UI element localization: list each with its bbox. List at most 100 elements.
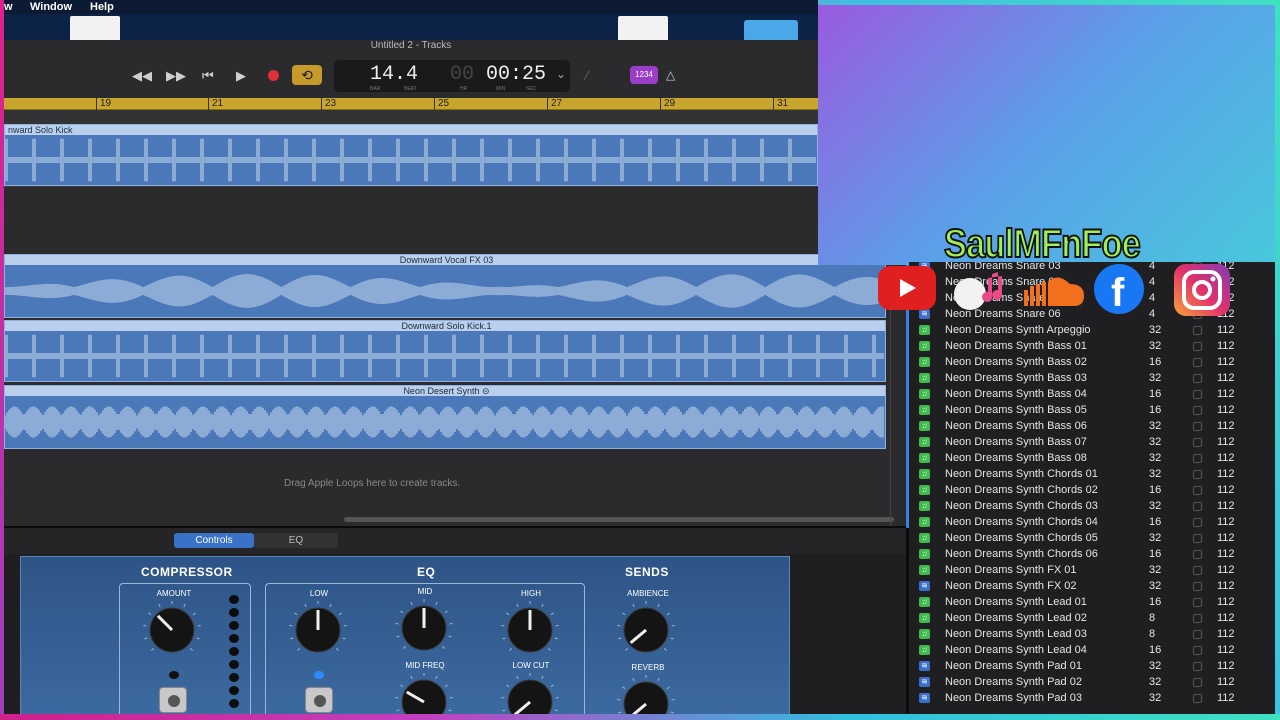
loop-row[interactable]: ♫ Neon Dreams Synth Bass 06 32 112 — [909, 418, 1275, 434]
loop-row[interactable]: ♫ Neon Dreams Synth FX 01 32 112 — [909, 562, 1275, 578]
favorite-checkbox[interactable] — [1193, 502, 1202, 511]
menu-fragment[interactable]: w — [4, 1, 13, 13]
favorite-checkbox[interactable] — [1193, 374, 1202, 383]
loop-row[interactable]: ♫ Neon Dreams Synth Bass 07 32 112 — [909, 434, 1275, 450]
loop-row[interactable]: ♫ Neon Dreams Synth Chords 05 32 112 — [909, 530, 1275, 546]
loop-row[interactable]: ≋ Neon Dreams Synth Pad 03 32 112 — [909, 690, 1275, 706]
empty-tracks-hint: Drag Apple Loops here to create tracks. — [284, 478, 461, 489]
compressor-toggle[interactable] — [159, 687, 187, 713]
audio-region[interactable]: nward Solo Kick — [4, 124, 818, 186]
favorite-checkbox[interactable] — [1193, 406, 1202, 415]
ruler-mark: 29 — [660, 98, 675, 110]
favorite-checkbox[interactable] — [1193, 614, 1202, 623]
smart-controls-panel: COMPRESSOR AMOUNT EQ LOW MID HIGH MID FR… — [20, 556, 790, 720]
loop-row[interactable]: ♫ Neon Dreams Synth Bass 08 32 112 — [909, 450, 1275, 466]
favorite-checkbox[interactable] — [1193, 454, 1202, 463]
high-knob[interactable] — [501, 601, 559, 659]
loop-row[interactable]: ♫ Neon Dreams Synth Lead 03 8 112 — [909, 626, 1275, 642]
loop-row[interactable]: ♫ Neon Dreams Synth Chords 02 16 112 — [909, 482, 1275, 498]
menu-window[interactable]: Window — [30, 1, 72, 13]
favorite-checkbox[interactable] — [1193, 630, 1202, 639]
lcd-bar-beat: 14.4 — [370, 63, 419, 86]
favorite-checkbox[interactable] — [1193, 566, 1202, 575]
loop-row[interactable]: ≋ Neon Dreams Synth Pad 01 32 112 — [909, 658, 1275, 674]
mid-freq-knob[interactable] — [395, 673, 453, 720]
lcd-display[interactable]: 14.4 00 00:25 BAR BEAT HR MIN SEC ⌄ — [334, 60, 570, 92]
audio-region[interactable]: Downward Solo Kick.1 — [4, 320, 886, 382]
loop-row[interactable]: ♫ Neon Dreams Synth Lead 01 16 112 — [909, 594, 1275, 610]
ambience-knob[interactable] — [617, 601, 675, 659]
midi-loop-icon: ♫ — [919, 613, 930, 623]
mid-knob[interactable] — [395, 599, 453, 657]
count-in-button[interactable]: 1234 — [630, 66, 658, 84]
ruler-mark: 21 — [208, 98, 223, 110]
record-button[interactable] — [268, 70, 279, 81]
desktop-folder-icon[interactable] — [744, 20, 798, 42]
favorite-checkbox[interactable] — [1193, 582, 1202, 591]
favorite-checkbox[interactable] — [1193, 518, 1202, 527]
loop-row[interactable]: ♫ Neon Dreams Synth Chords 01 32 112 — [909, 466, 1275, 482]
desktop-file-icon[interactable] — [70, 16, 120, 42]
loop-row[interactable]: ≋ Neon Dreams Synth Pad 02 32 112 — [909, 674, 1275, 690]
waveform — [5, 138, 816, 182]
loop-name: Neon Dreams Synth Chords 05 — [945, 532, 1098, 544]
favorite-checkbox[interactable] — [1193, 390, 1202, 399]
loop-name: Neon Dreams Synth FX 01 — [945, 564, 1077, 576]
low-knob[interactable] — [289, 601, 347, 659]
favorite-checkbox[interactable] — [1193, 470, 1202, 479]
loop-browser[interactable]: ≋Neon Dreams Snare 034112≋Neon Dreams Sn… — [909, 262, 1275, 714]
favorite-checkbox[interactable] — [1193, 486, 1202, 495]
loop-tempo: 112 — [1217, 692, 1235, 704]
desktop-file-icon[interactable] — [618, 16, 668, 42]
loop-beats: 32 — [1149, 564, 1162, 576]
metronome-icon[interactable]: △ — [666, 68, 675, 82]
favorite-checkbox[interactable] — [1193, 342, 1202, 351]
tab-eq[interactable]: EQ — [254, 533, 338, 548]
favorite-checkbox[interactable] — [1193, 694, 1202, 703]
apple-music-icon — [950, 266, 1008, 314]
loop-name: Neon Dreams Synth Chords 02 — [945, 484, 1098, 496]
favorite-checkbox[interactable] — [1193, 646, 1202, 655]
fast-forward-button[interactable]: ▶▶ — [166, 68, 186, 84]
amount-knob[interactable] — [143, 601, 201, 659]
eq-toggle[interactable] — [305, 687, 333, 713]
favorite-checkbox[interactable] — [1193, 662, 1202, 671]
favorite-checkbox[interactable] — [1193, 358, 1202, 367]
go-to-start-button[interactable]: ⏮ — [202, 68, 214, 84]
loop-beats: 32 — [1149, 532, 1162, 544]
loop-row[interactable]: ♫ Neon Dreams Synth Arpeggio 32 112 — [909, 322, 1275, 338]
loop-row[interactable]: ♫ Neon Dreams Synth Bass 04 16 112 — [909, 386, 1275, 402]
favorite-checkbox[interactable] — [1193, 438, 1202, 447]
tuner-icon[interactable]: ⁄ — [586, 68, 588, 83]
loop-row[interactable]: ♫ Neon Dreams Synth Chords 04 16 112 — [909, 514, 1275, 530]
horizontal-scrollbar[interactable] — [344, 517, 894, 522]
audio-region[interactable]: Neon Desert Synth ⊝ — [4, 385, 886, 449]
rewind-button[interactable]: ◀◀ — [132, 68, 152, 84]
favorite-checkbox[interactable] — [1193, 534, 1202, 543]
cycle-button[interactable]: ⟲ — [292, 65, 322, 85]
tracks-area[interactable]: nward Solo Kick Downward Vocal FX 03 Dow… — [4, 124, 906, 526]
favorite-checkbox[interactable] — [1193, 550, 1202, 559]
play-button[interactable]: ▶ — [236, 68, 246, 84]
favorite-checkbox[interactable] — [1193, 422, 1202, 431]
favorite-checkbox[interactable] — [1193, 678, 1202, 687]
ambience-label: AMBIENCE — [627, 589, 669, 598]
loop-row[interactable]: ≋ Neon Dreams Synth FX 02 32 112 — [909, 578, 1275, 594]
loop-row[interactable]: ♫ Neon Dreams Synth Lead 04 16 112 — [909, 642, 1275, 658]
loop-row[interactable]: ♫ Neon Dreams Synth Bass 03 32 112 — [909, 370, 1275, 386]
tab-controls[interactable]: Controls — [174, 533, 254, 548]
loop-row[interactable]: ♫ Neon Dreams Synth Bass 05 16 112 — [909, 402, 1275, 418]
loop-row[interactable]: ♫ Neon Dreams Synth Bass 02 16 112 — [909, 354, 1275, 370]
favorite-checkbox[interactable] — [1193, 326, 1202, 335]
audio-region[interactable]: Downward Vocal FX 03 — [4, 254, 886, 318]
low-cut-knob[interactable] — [501, 673, 559, 720]
loop-row[interactable]: ♫ Neon Dreams Synth Chords 06 16 112 — [909, 546, 1275, 562]
favorite-checkbox[interactable] — [1193, 598, 1202, 607]
loop-beats: 4 — [1149, 276, 1156, 288]
loop-row[interactable]: ♫ Neon Dreams Synth Lead 02 8 112 — [909, 610, 1275, 626]
lcd-dropdown-icon[interactable]: ⌄ — [556, 67, 566, 81]
loop-row[interactable]: ♫ Neon Dreams Synth Chords 03 32 112 — [909, 498, 1275, 514]
loop-row[interactable]: ♫ Neon Dreams Synth Bass 01 32 112 — [909, 338, 1275, 354]
timeline-ruler[interactable]: 19 21 23 25 27 29 31 — [4, 98, 818, 110]
menu-help[interactable]: Help — [90, 1, 114, 13]
